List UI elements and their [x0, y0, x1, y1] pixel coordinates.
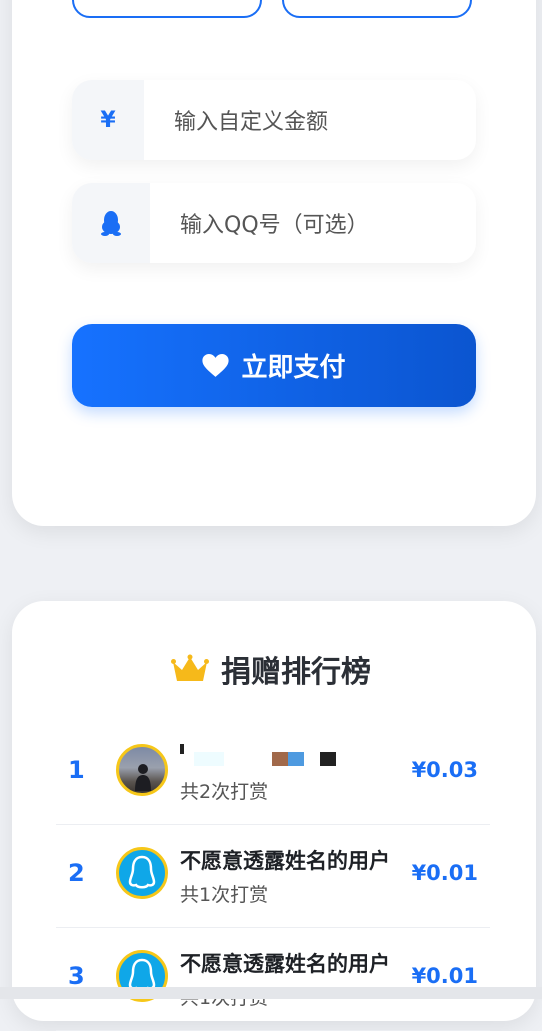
qq-number-input[interactable]: 输入QQ号（可选） [180, 183, 369, 263]
donation-amount: ¥0.03 [411, 758, 478, 782]
pay-now-button[interactable]: 立即支付 [72, 324, 476, 407]
preset-amount-button-left[interactable] [72, 0, 262, 18]
silhouette-icon [135, 764, 151, 791]
donor-name: 不愿意透露姓名的用户 [180, 952, 390, 976]
donor-name: 不愿意透露姓名的用户 [180, 849, 390, 873]
avatar [116, 847, 168, 899]
redaction-mark [180, 744, 184, 754]
yen-icon-box: ¥ [72, 80, 144, 160]
rank-number: 1 [68, 756, 85, 784]
qq-number-field[interactable]: 输入QQ号（可选） [72, 183, 476, 263]
donation-count: 共1次打赏 [180, 884, 269, 906]
yen-icon: ¥ [100, 107, 116, 133]
rank-number: 2 [68, 859, 85, 887]
rank-number: 3 [68, 962, 85, 990]
ranking-row: 2 不愿意透露姓名的用户 共1次打赏 ¥0.01 [56, 825, 490, 928]
ranking-title: 捐赠排行榜 [221, 655, 371, 690]
redaction-mark [272, 752, 288, 766]
heart-icon [202, 353, 230, 377]
qq-penguin-icon [101, 211, 121, 236]
donation-amount: ¥0.01 [411, 861, 478, 885]
crown-icon [171, 654, 209, 681]
redaction-mark [194, 752, 224, 766]
redaction-mark [288, 752, 304, 766]
qq-icon-box [72, 183, 150, 263]
donation-count: 共2次打赏 [180, 781, 269, 803]
ranking-row: 1 共2次打赏 ¥0.03 [56, 722, 490, 825]
custom-amount-input[interactable]: 输入自定义金额 [174, 80, 328, 160]
custom-amount-field[interactable]: ¥ 输入自定义金额 [72, 80, 476, 160]
preset-amount-button-right[interactable] [282, 0, 472, 18]
pay-now-label: 立即支付 [241, 353, 346, 383]
qq-avatar-icon [128, 855, 156, 889]
avatar [116, 744, 168, 796]
bottom-bar [0, 987, 542, 999]
payment-card [12, 0, 536, 526]
ranking-header: 捐赠排行榜 [0, 646, 542, 692]
donation-amount: ¥0.01 [411, 964, 478, 988]
redaction-mark [320, 752, 336, 766]
ranking-row: 3 不愿意透露姓名的用户 共1次打赏 ¥0.01 [56, 928, 490, 1031]
